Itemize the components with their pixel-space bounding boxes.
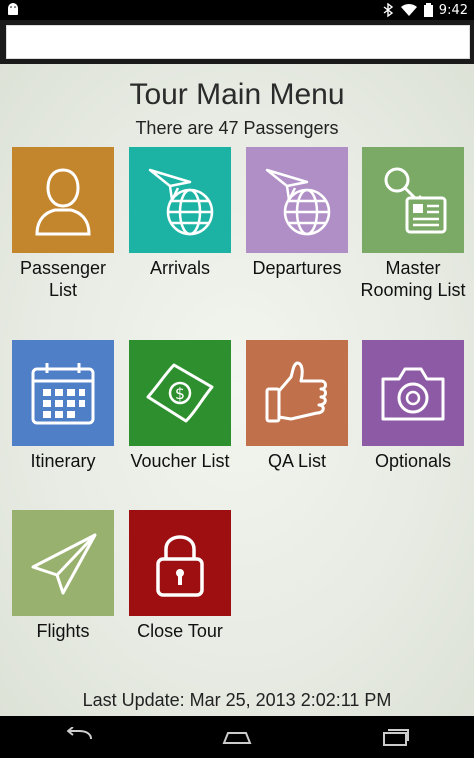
tile-arrivals[interactable] (129, 147, 231, 253)
nav-bar (0, 716, 474, 758)
plane-globe-icon (148, 168, 214, 236)
android-icon (8, 3, 18, 15)
label-flights: Flights (36, 621, 90, 641)
tile-qa-list[interactable] (246, 340, 348, 446)
calendar-icon (31, 363, 95, 425)
label-itinerary: Itinerary (30, 451, 96, 471)
svg-text:$: $ (175, 384, 185, 403)
label-qa-list: QA List (267, 451, 327, 471)
title-strip (0, 20, 474, 64)
home-button[interactable] (207, 722, 267, 752)
last-update: Last Update: Mar 25, 2013 2:02:11 PM (82, 690, 392, 710)
wifi-icon (400, 3, 417, 17)
padlock-icon (156, 535, 204, 597)
battery-icon (423, 3, 433, 17)
status-bar: 9:42 (0, 0, 474, 20)
clock: 9:42 (438, 2, 468, 18)
tile-flights[interactable] (12, 510, 114, 616)
tile-passenger-list[interactable] (12, 147, 114, 253)
tile-voucher-list[interactable]: $ (129, 340, 231, 446)
label-voucher-list: Voucher List (130, 451, 230, 471)
label-master-rooming-list: Master Rooming List (360, 258, 466, 300)
label-passenger-list: Passenger List (19, 258, 107, 300)
back-button[interactable] (49, 722, 109, 752)
tile-itinerary[interactable] (12, 340, 114, 446)
paper-plane-icon (31, 533, 97, 595)
person-icon (35, 168, 91, 236)
label-optionals: Optionals (374, 451, 452, 471)
label-arrivals: Arrivals (149, 258, 210, 278)
key-document-icon (384, 167, 447, 234)
recent-apps-icon (383, 729, 409, 746)
label-close-tour: Close Tour (137, 621, 223, 641)
plane-globe-icon (265, 168, 331, 236)
tile-optionals[interactable] (362, 340, 464, 446)
tile-departures[interactable] (246, 147, 348, 253)
back-icon (67, 727, 92, 740)
home-icon (222, 732, 252, 744)
tile-master-rooming-list[interactable] (362, 147, 464, 253)
page-title: Tour Main Menu (129, 78, 345, 111)
thumbs-up-icon (265, 361, 327, 423)
tile-close-tour[interactable] (129, 510, 231, 616)
bluetooth-icon (383, 3, 393, 17)
search-input[interactable] (6, 25, 470, 59)
recent-apps-button[interactable] (365, 722, 425, 752)
passenger-count: There are 47 Passengers (135, 118, 339, 138)
label-departures: Departures (252, 258, 342, 278)
camera-icon (381, 367, 445, 421)
money-icon: $ (146, 363, 214, 423)
